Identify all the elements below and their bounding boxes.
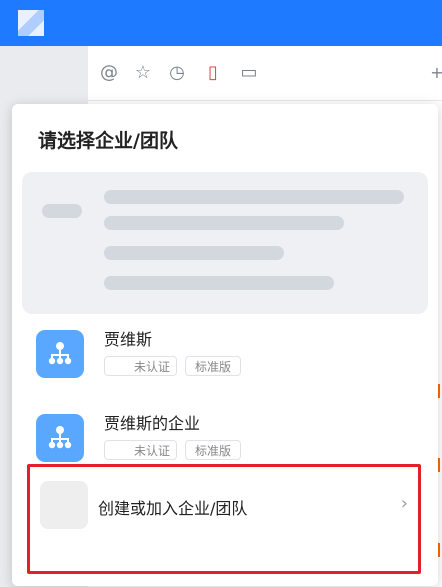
at-icon[interactable]: @ [98, 62, 120, 84]
clock-icon[interactable]: ◷ [166, 62, 188, 84]
star-icon[interactable]: ☆ [132, 62, 154, 84]
org-name: 贾维斯 [104, 330, 153, 349]
org-name: 贾维斯的企业 [104, 414, 201, 433]
org-structure-icon [36, 414, 84, 462]
status-badge: 未认证 [104, 356, 177, 376]
status-badge: 未认证 [104, 440, 177, 460]
more-icon[interactable]: + [426, 62, 442, 84]
org-structure-icon [36, 330, 84, 378]
org-item[interactable]: 贾维斯 未认证 标准版 [36, 326, 426, 396]
top-bar [0, 0, 442, 46]
document-red-icon[interactable]: ▯ [202, 62, 224, 84]
panel-title: 请选择企业/团队 [38, 130, 178, 152]
file-icon[interactable]: ▭ [238, 62, 260, 84]
org-select-panel: 请选择企业/团队 贾维斯 未认证 标准版 贾维斯的企业 未认证 标准版 创建或加… [12, 104, 438, 586]
create-or-join-label: 创建或加入企业/团队 [98, 499, 248, 518]
edition-badge: 标准版 [185, 440, 241, 460]
app-logo-icon [18, 10, 44, 36]
blurred-current-org-card[interactable] [22, 172, 428, 314]
chevron-right-icon: › [400, 493, 408, 514]
create-or-join-org-button[interactable]: 创建或加入企业/团队 › [27, 464, 421, 574]
edition-badge: 标准版 [185, 356, 241, 376]
toolbar: @ ☆ ◷ ▯ ▭ + [88, 46, 442, 101]
create-org-icon [40, 481, 88, 529]
